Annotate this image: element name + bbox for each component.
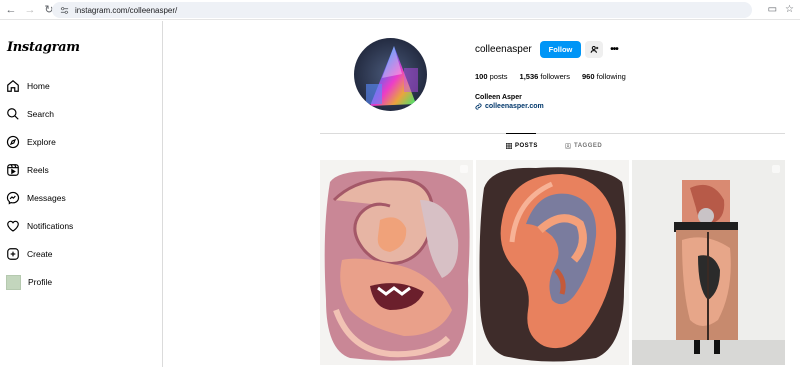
reels-icon [7, 164, 19, 176]
tagged-user-icon [565, 143, 571, 149]
multi-post-icon [772, 165, 780, 173]
link-icon [475, 103, 482, 110]
profile-username: colleenasper [475, 44, 532, 55]
sidebar-item-label: Profile [28, 277, 53, 287]
instagram-logo[interactable]: Instagram [7, 40, 80, 55]
messenger-icon [6, 191, 20, 205]
sidebar-item-label: Messages [27, 193, 66, 203]
posts-label: posts [489, 72, 508, 81]
multi-post-icon [460, 165, 468, 173]
site-info-icon[interactable] [60, 6, 69, 15]
sidebar-item-home[interactable]: Home [6, 76, 50, 96]
tab-posts-label: POSTS [515, 143, 538, 149]
profile-stats: 100 posts 1,536 followers 960 following [475, 72, 638, 81]
posts-grid [320, 160, 785, 367]
suggested-accounts-button[interactable] [585, 41, 603, 58]
following-label: following [596, 72, 626, 81]
ear-painting-image [476, 160, 629, 365]
following-count: 960 [582, 72, 595, 81]
more-options-button[interactable]: ••• [606, 41, 622, 58]
search-icon [7, 108, 19, 120]
address-bar[interactable]: instagram.com/colleenasper/ [52, 2, 752, 18]
sidebar-item-reels[interactable]: Reels [6, 160, 49, 180]
tab-tagged-label: TAGGED [574, 143, 603, 149]
follow-button[interactable]: Follow [540, 41, 581, 58]
sidebar-item-label: Search [27, 109, 54, 119]
tabs-divider [320, 133, 785, 134]
browser-toolbar: ← → ↻ instagram.com/colleenasper/ ▭ ☆ [0, 0, 800, 20]
sidebar-item-notifications[interactable]: Notifications [6, 216, 73, 236]
sidebar-item-label: Explore [27, 137, 56, 147]
bookmark-star-icon[interactable]: ☆ [785, 3, 794, 17]
sidebar-item-search[interactable]: Search [6, 104, 54, 124]
ear-mouth-painting-image [320, 160, 473, 365]
install-app-icon[interactable]: ▭ [768, 3, 777, 17]
url-text[interactable]: instagram.com/colleenasper/ [75, 6, 177, 15]
plus-square-icon [7, 248, 19, 260]
heart-icon [7, 220, 19, 232]
profile-full-name: Colleen Asper [475, 94, 522, 101]
active-tab-indicator [506, 133, 536, 134]
followers-stat[interactable]: 1,536 followers [520, 72, 570, 81]
following-stat[interactable]: 960 following [582, 72, 626, 81]
sidebar-item-explore[interactable]: Explore [6, 132, 56, 152]
posts-count: 100 [475, 72, 488, 81]
sidebar: Instagram Home Search Explore Reels Mess… [0, 21, 163, 367]
profile-avatar[interactable] [354, 38, 427, 111]
post-thumbnail[interactable] [476, 160, 629, 365]
tab-posts[interactable]: POSTS [506, 143, 538, 149]
sidebar-item-label: Notifications [27, 221, 74, 231]
post-thumbnail[interactable] [320, 160, 473, 365]
sidebar-item-label: Home [27, 81, 50, 91]
followers-count: 1,536 [519, 72, 539, 81]
more-dots-icon: ••• [610, 44, 618, 55]
posts-stat: 100 posts [475, 72, 508, 81]
followers-label: followers [540, 72, 571, 81]
sidebar-item-create[interactable]: Create [6, 244, 53, 264]
profile-avatar-icon [6, 274, 21, 290]
ear-costume-photo-image [632, 160, 785, 365]
sidebar-item-label: Reels [27, 165, 49, 175]
sidebar-item-profile[interactable]: Profile [6, 272, 52, 292]
post-thumbnail[interactable] [632, 160, 785, 365]
compass-icon [6, 135, 20, 149]
back-icon[interactable]: ← [3, 2, 19, 18]
add-user-icon [590, 46, 598, 53]
forward-icon[interactable]: → [22, 2, 38, 18]
profile-website-link[interactable]: colleenasper.com [475, 103, 544, 110]
profile-main: colleenasper Follow ••• 100 posts 1,536 … [164, 21, 800, 367]
home-icon [7, 79, 19, 92]
sidebar-item-label: Create [27, 249, 53, 259]
website-text: colleenasper.com [485, 103, 544, 110]
grid-icon [506, 143, 512, 149]
sidebar-item-messages[interactable]: Messages [6, 188, 66, 208]
tab-tagged[interactable]: TAGGED [565, 143, 602, 149]
